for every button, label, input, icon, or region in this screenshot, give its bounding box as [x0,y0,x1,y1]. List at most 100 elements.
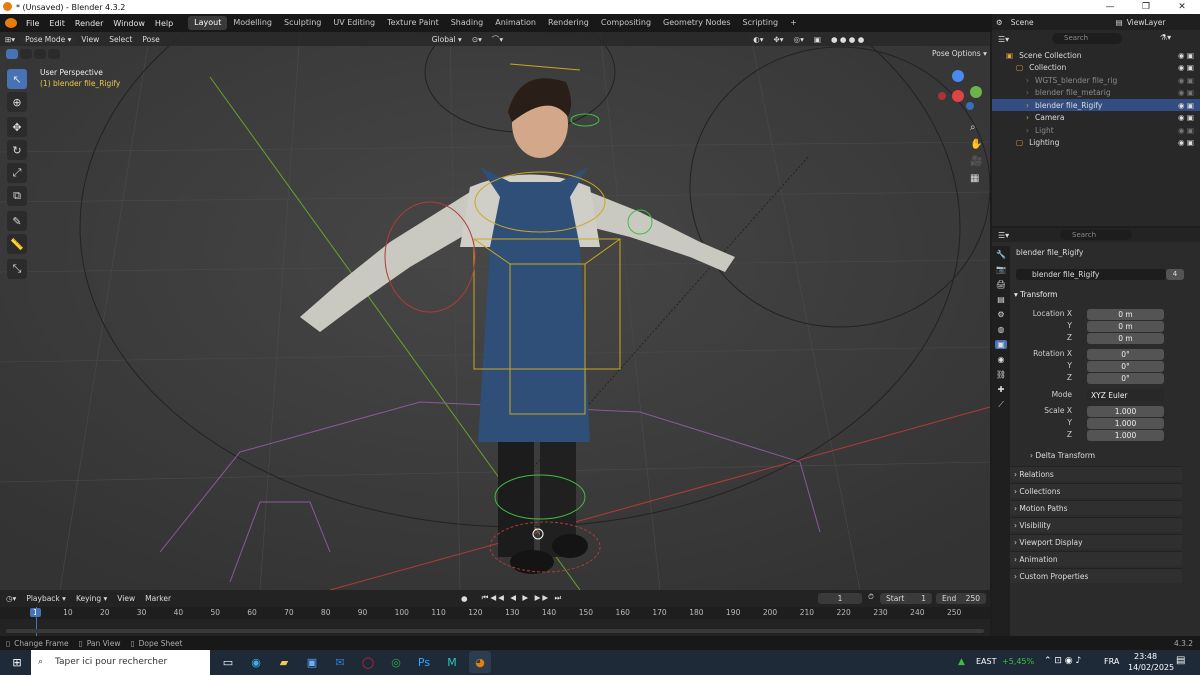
gizmo-icon[interactable]: ✥▾ [768,35,788,44]
overlay-icon[interactable]: ◎▾ [789,35,809,44]
select-box-tool-icon[interactable]: ↖ [7,69,27,89]
outliner-row[interactable]: ▢ Collection ◉ ▣ [992,62,1200,74]
tool-tab-icon[interactable]: 🔧 [996,250,1006,259]
photoshop-icon[interactable]: Ps [413,651,435,673]
menu-window[interactable]: Window [108,19,150,28]
outliner-row-icon[interactable]: › [1026,113,1029,122]
playback-controls[interactable]: ⏮◀◀ ◀ ▶ ▶▶ ⏭ [482,593,564,603]
tab-scripting[interactable]: Scripting [737,16,785,30]
scale-x-field[interactable]: 1.000 [1087,406,1164,417]
playback-menu[interactable]: Playback ▾ [26,594,66,603]
auto-key-icon[interactable]: ● [461,594,468,603]
visibility-toggle-icon[interactable]: ◉ ▣ [1178,88,1194,97]
menu-help[interactable]: Help [150,19,178,28]
viewport-menu-pose[interactable]: Pose [137,35,164,44]
visibility-toggle-icon[interactable]: ◉ ▣ [1178,76,1194,85]
tab-layout[interactable]: Layout [188,16,228,30]
scale-tool-icon[interactable]: ⤢ [7,163,27,183]
outliner-row[interactable]: › blender file_metarig ◉ ▣ [992,87,1200,99]
location-y-field[interactable]: 0 m [1087,321,1164,332]
marker-menu[interactable]: Marker [145,594,171,603]
keying-menu[interactable]: Keying ▾ [76,594,107,603]
output-tab-icon[interactable]: 🖨 [996,280,1006,289]
outliner-row[interactable]: › Camera ◉ ▣ [992,112,1200,124]
select-invert-icon[interactable] [48,49,60,59]
menu-render[interactable]: Render [70,19,108,28]
properties-section-header[interactable]: › Visibility [1010,517,1182,532]
outliner-row[interactable]: › blender file_Rigify ◉ ▣ [992,99,1200,111]
tab-uv-editing[interactable]: UV Editing [327,16,381,30]
transform-tool-icon[interactable]: ⧉ [7,186,27,206]
close-button[interactable]: ✕ [1164,0,1200,14]
tab-shading[interactable]: Shading [445,16,490,30]
outliner-row[interactable]: › WGTS_blender file_rig ◉ ▣ [992,74,1200,86]
view-layer-name[interactable]: ViewLayer [1127,18,1166,27]
visibility-toggle-icon[interactable]: ◉ ▣ [1178,113,1194,122]
system-tray-icons[interactable]: ⌃ ⊡ ◉ ♪ [1044,656,1081,666]
taskbar-search-input[interactable]: Taper ici pour rechercher [31,650,210,675]
visibility-toggle-icon[interactable]: ◉ ▣ [1178,101,1194,110]
tab-modelling[interactable]: Modelling [227,16,278,30]
blender-taskbar-icon[interactable]: ◕ [469,651,491,673]
pivot-icon[interactable]: ⊙▾ [467,35,487,44]
tab-geometry-nodes[interactable]: Geometry Nodes [657,16,736,30]
filter-icon[interactable]: ⚗▾ [1160,33,1171,42]
tab-compositing[interactable]: Compositing [595,16,657,30]
market-label[interactable]: EAST [976,657,997,666]
visibility-icon[interactable]: ◐▾ [748,35,768,44]
users-count[interactable]: 4 [1166,269,1184,280]
notification-icon[interactable]: ▤ [1176,655,1185,666]
viewport-menu-select[interactable]: Select [104,35,137,44]
move-tool-icon[interactable]: ✥ [7,117,27,137]
tab-texture-paint[interactable]: Texture Paint [381,16,445,30]
outliner-row[interactable]: ▢ Lighting ◉ ▣ [992,137,1200,149]
shading-icon[interactable]: ● ● ● ● [826,35,869,44]
rotation-y-field[interactable]: 0° [1087,361,1164,372]
view-layer-tab-icon[interactable]: ▤ [997,295,1005,304]
view-layer-icon[interactable]: ▤ [1116,18,1123,27]
camera-view-icon[interactable]: 🎥 [970,156,982,167]
end-frame-field[interactable]: End 250 [936,593,986,604]
visibility-toggle-icon[interactable]: ◉ ▣ [1178,126,1194,135]
properties-section-header[interactable]: › Viewport Display [1010,534,1182,549]
minimize-button[interactable]: — [1092,0,1128,14]
file-explorer-icon[interactable]: ▰ [273,651,295,673]
timeline-scrollbar[interactable] [6,629,984,633]
transform-section-header[interactable]: ▾ Transform [1014,290,1057,299]
render-tab-icon[interactable]: 📷 [996,265,1006,274]
annotate-tool-icon[interactable]: ✎ [7,211,27,231]
measure-tool-icon[interactable]: 📏 [7,234,27,254]
viewport-menu-view[interactable]: View [76,35,104,44]
outliner-row-icon[interactable]: › [1026,126,1029,135]
clock-time[interactable]: 23:48 [1134,652,1157,661]
orientation-selector[interactable]: Global ▾ [427,35,467,44]
visibility-toggle-icon[interactable]: ◉ ▣ [1178,51,1194,60]
editor-type-icon[interactable]: ⊞▾ [0,35,20,44]
opera-icon[interactable]: ◯ [357,651,379,673]
stopwatch-icon[interactable]: ⏱ [868,592,874,602]
scene-name[interactable]: Scene [1011,18,1034,27]
clock-date[interactable]: 14/02/2025 [1128,663,1174,672]
maximize-button[interactable]: ❐ [1128,0,1164,14]
outliner-row-icon[interactable]: › [1026,101,1029,110]
properties-section-header[interactable]: › Relations [1010,466,1182,481]
outliner-row[interactable]: › Light ◉ ▣ [992,124,1200,136]
location-z-field[interactable]: 0 m [1087,333,1164,344]
cursor-tool-icon[interactable]: ⊕ [7,92,27,112]
current-frame-field[interactable]: 1 [818,593,862,604]
menu-edit[interactable]: Edit [44,19,70,28]
xray-icon[interactable]: ▣ [809,35,826,44]
rotate-tool-icon[interactable]: ↻ [7,140,27,160]
properties-editor-icon[interactable]: ☰▾ [998,231,1009,240]
outliner-row-icon[interactable]: ▣ [1006,51,1013,60]
ortho-grid-icon[interactable]: ▦ [970,173,982,184]
windows-start-icon[interactable]: ⊞ [6,652,28,674]
frame-ruler[interactable]: 1102030405060708090100110120130140150160… [0,607,990,619]
chrome-icon[interactable]: ◎ [385,651,407,673]
object-name-field[interactable]: blender file_Rigify [1016,269,1166,280]
store-icon[interactable]: ▣ [301,651,323,673]
tab-animation[interactable]: Animation [489,16,542,30]
3d-viewport[interactable] [0,32,990,590]
timeline-view-menu[interactable]: View [117,594,135,603]
navigation-gizmo[interactable] [930,66,988,124]
